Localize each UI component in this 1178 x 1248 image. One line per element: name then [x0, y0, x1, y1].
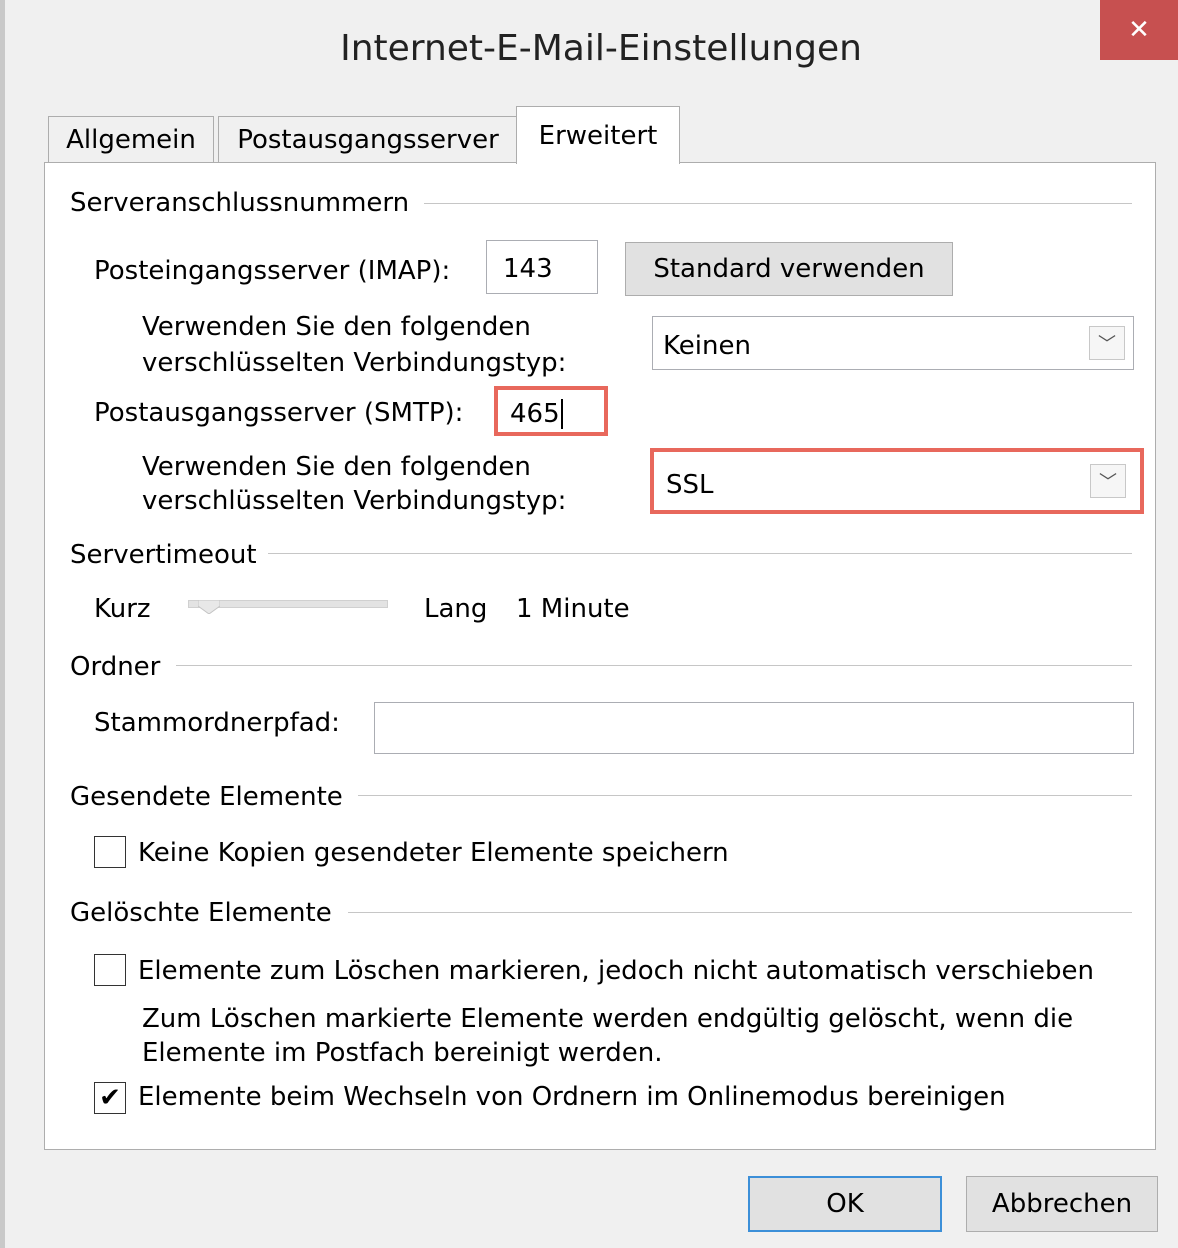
smtp-encryption-label-line2: verschlüsselten Verbindungstyp: [142, 486, 567, 516]
smtp-encryption-value: SSL [666, 470, 714, 500]
cancel-button[interactable]: Abbrechen [966, 1176, 1158, 1232]
section-title-server-ports: Serveranschlussnummern [70, 188, 410, 218]
root-path-input[interactable] [374, 702, 1134, 754]
purge-on-switch-label[interactable]: Elemente beim Wechseln von Ordnern im On… [138, 1084, 1006, 1110]
mark-note-line1: Zum Löschen markierte Elemente werden en… [142, 1004, 1074, 1034]
smtp-port-value: 465 [510, 399, 563, 429]
imap-encryption-label-line1: Verwenden Sie den folgenden [142, 312, 531, 342]
close-icon: ✕ [1128, 15, 1150, 45]
ok-button[interactable]: OK [748, 1176, 942, 1232]
timeout-value: 1 Minute [516, 594, 630, 624]
imap-encryption-value: Keinen [663, 331, 751, 361]
checkmark-icon: ✔ [99, 1083, 121, 1113]
tab-allgemein[interactable]: Allgemein [48, 116, 214, 162]
tab-erweitert[interactable]: Erweitert [516, 106, 680, 164]
smtp-encryption-label-line1: Verwenden Sie den folgenden [142, 452, 531, 482]
dialog-title: Internet-E-Mail-Einstellungen [340, 28, 862, 69]
timeout-slider[interactable] [188, 599, 388, 615]
no-copies-label[interactable]: Keine Kopien gesendeter Elemente speiche… [138, 840, 729, 866]
section-divider [348, 912, 1132, 913]
close-button[interactable]: ✕ [1100, 0, 1178, 60]
purge-on-switch-checkbox[interactable]: ✔ [94, 1082, 126, 1114]
smtp-encryption-select[interactable]: SSL ﹀ [650, 448, 1144, 514]
imap-port-value: 143 [503, 254, 553, 284]
section-title-deleted-items: Gelöschte Elemente [70, 898, 332, 928]
chevron-down-icon: ﹀ [1090, 464, 1126, 498]
use-default-button[interactable]: Standard verwenden [625, 242, 953, 296]
no-copies-checkbox[interactable] [94, 836, 126, 868]
tab-postausgangsserver[interactable]: Postausgangsserver [218, 116, 518, 162]
chevron-down-icon: ﹀ [1089, 326, 1125, 360]
smtp-port-input[interactable]: 465 [494, 386, 608, 436]
section-divider [176, 665, 1132, 666]
timeout-slider-thumb[interactable] [197, 599, 221, 615]
imap-port-input[interactable]: 143 [486, 240, 598, 294]
smtp-port-label: Postausgangsserver (SMTP): [94, 398, 464, 428]
section-divider [268, 553, 1132, 554]
window-border [0, 0, 5, 1248]
root-path-label: Stammordnerpfad: [94, 708, 340, 738]
mark-note-line2: Elemente im Postfach bereinigt werden. [142, 1038, 663, 1068]
imap-port-label: Posteingangsserver (IMAP): [94, 256, 451, 286]
section-divider [424, 203, 1132, 204]
imap-encryption-label-line2: verschlüsselten Verbindungstyp: [142, 348, 567, 378]
section-title-timeout: Servertimeout [70, 540, 257, 570]
section-divider [358, 795, 1132, 796]
section-title-sent-items: Gesendete Elemente [70, 782, 343, 812]
mark-for-deletion-checkbox[interactable] [94, 954, 126, 986]
imap-encryption-select[interactable]: Keinen ﹀ [652, 316, 1134, 370]
section-title-folders: Ordner [70, 652, 161, 682]
tab-panel-erweitert [44, 162, 1156, 1150]
timeout-short-label: Kurz [94, 594, 151, 624]
mark-for-deletion-label[interactable]: Elemente zum Löschen markieren, jedoch n… [138, 958, 1094, 984]
timeout-long-label: Lang [424, 594, 488, 624]
